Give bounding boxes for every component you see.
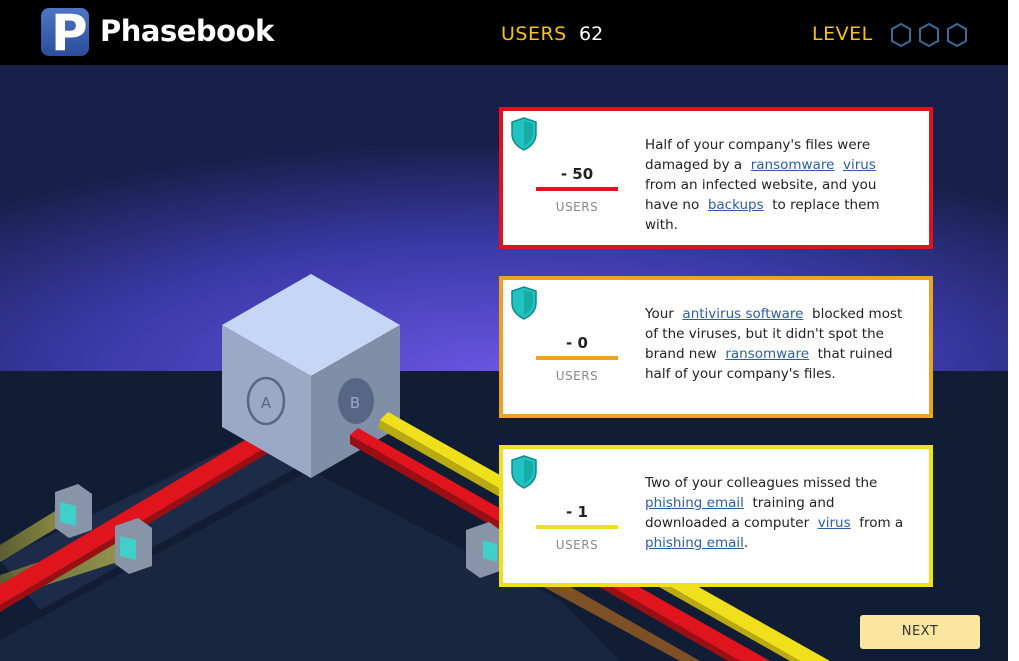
cube-face-b-label: B (350, 394, 360, 412)
shield-icon (511, 286, 537, 320)
shield-icon (511, 455, 537, 489)
link-phishing-email[interactable]: phishing email (645, 535, 744, 551)
result-card: - 0 USERS Your antivirus software blocke… (499, 276, 933, 418)
card-text: brand new (645, 346, 717, 362)
card-text: half of your company's files. (645, 366, 836, 382)
level-hex-icon (891, 22, 911, 48)
link-backups[interactable]: backups (708, 197, 764, 213)
card-text: Your (645, 306, 674, 322)
node-right (466, 522, 503, 578)
shield-icon (511, 117, 537, 151)
link-antivirus-software[interactable]: antivirus software (682, 306, 803, 322)
level-hex-icon (919, 22, 939, 48)
link-ransomware[interactable]: ransomware (751, 157, 835, 173)
link-phishing-email[interactable]: phishing email (645, 495, 744, 511)
card-text: Two of your colleagues missed the (645, 475, 878, 491)
card-text: Half of your company's files were (645, 137, 871, 153)
delta-bar (536, 356, 618, 360)
node-left-1 (55, 484, 92, 538)
card-text: blocked most (812, 306, 903, 322)
link-ransomware[interactable]: ransomware (725, 346, 809, 362)
card-description: Two of your colleagues missed the phishi… (645, 473, 925, 553)
card-text: of the viruses, but it didn't spot the (645, 326, 884, 342)
card-text: . (743, 535, 749, 551)
result-card: - 50 USERS Half of your company's files … (499, 107, 933, 249)
delta-bar (536, 525, 618, 529)
delta-bar (536, 187, 618, 191)
app-logo: P (41, 4, 89, 62)
level-indicator (891, 22, 967, 48)
users-label: USERS (501, 23, 567, 45)
next-button[interactable]: NEXT (860, 615, 980, 649)
card-text: downloaded a computer (645, 515, 810, 531)
top-bar: P Phasebook USERS 62 LEVEL (0, 0, 1008, 65)
users-delta: - 0 (566, 334, 588, 352)
users-unit-label: USERS (555, 538, 599, 552)
node-left-2 (115, 518, 152, 574)
brand-name: Phasebook (100, 14, 274, 48)
card-text: damaged by a (645, 157, 743, 173)
card-text: to replace them (772, 197, 880, 213)
card-text: with. (645, 217, 678, 233)
users-delta: - 1 (566, 503, 588, 521)
logo-letter: P (51, 4, 88, 62)
users-delta: - 50 (560, 165, 594, 183)
link-virus[interactable]: virus (843, 157, 876, 173)
card-text: have no (645, 197, 700, 213)
cube-face-a-label: A (261, 394, 272, 412)
users-unit-label: USERS (555, 369, 599, 383)
result-card: - 1 USERS Two of your colleagues missed … (499, 445, 933, 587)
scrollbar-track[interactable] (1008, 0, 1019, 661)
users-count: 62 (579, 23, 604, 45)
card-description: Your antivirus software blocked most of … (645, 304, 925, 384)
users-unit-label: USERS (555, 200, 599, 214)
card-text: that ruined (817, 346, 893, 362)
card-text: training and (752, 495, 835, 511)
level-label: LEVEL (812, 23, 873, 45)
link-virus[interactable]: virus (818, 515, 851, 531)
level-hex-icon (947, 22, 967, 48)
card-text: from an infected website, and you (645, 177, 877, 193)
card-description: Half of your company's files were damage… (645, 135, 925, 235)
card-text: from a (859, 515, 904, 531)
